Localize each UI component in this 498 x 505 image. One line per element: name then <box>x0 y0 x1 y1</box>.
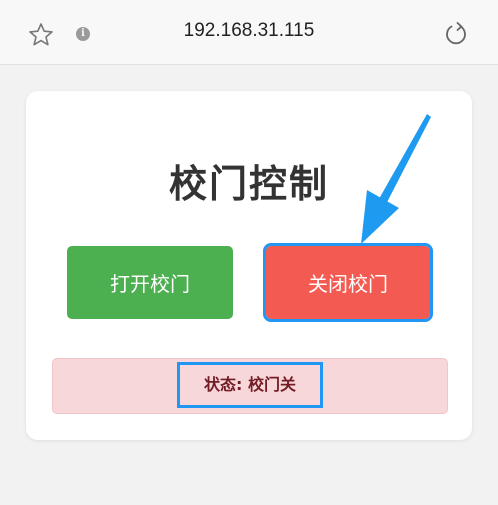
star-icon[interactable] <box>28 22 54 48</box>
pointer-arrow-icon <box>361 114 431 244</box>
close-gate-button[interactable]: 关闭校门 <box>263 243 433 322</box>
address-bar-url[interactable]: 192.168.31.115 <box>140 20 358 42</box>
browser-toolbar: i 192.168.31.115 <box>0 0 498 65</box>
info-icon[interactable]: i <box>76 27 90 41</box>
status-text: 状态: 校门关 <box>177 362 323 408</box>
open-gate-button[interactable]: 打开校门 <box>67 246 233 319</box>
status-bar: 状态: 校门关 <box>52 358 448 414</box>
reload-icon[interactable] <box>443 21 469 47</box>
